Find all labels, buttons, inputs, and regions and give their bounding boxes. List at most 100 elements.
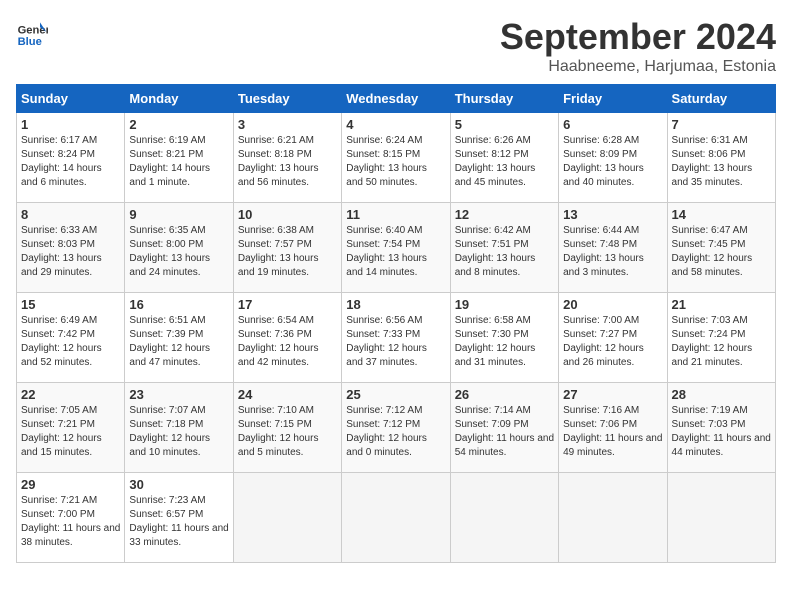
calendar-day-cell: 26 Sunrise: 7:14 AMSunset: 7:09 PMDayligh…: [450, 383, 558, 473]
day-number: 30: [129, 477, 228, 492]
day-info: Sunrise: 6:24 AMSunset: 8:15 PMDaylight:…: [346, 134, 445, 190]
logo-icon: General Blue: [16, 16, 48, 48]
calendar-day-cell: 6Sunrise: 6:28 AMSunset: 8:09 PMDaylight…: [559, 113, 667, 203]
calendar-day-cell: 8 Sunrise: 6:33 AMSunset: 8:03 PMDaylight…: [17, 203, 125, 293]
month-title: September 2024: [500, 16, 776, 58]
calendar-day-cell: 25 Sunrise: 7:12 AMSunset: 7:12 PMDayligh…: [342, 383, 450, 473]
day-info: Sunrise: 7:03 AMSunset: 7:24 PMDaylight:…: [672, 314, 771, 370]
col-saturday: Saturday: [667, 85, 775, 113]
day-number: 13: [563, 207, 662, 222]
day-info: Sunrise: 6:44 AMSunset: 7:48 PMDaylight:…: [563, 224, 662, 280]
day-info: Sunrise: 6:54 AMSunset: 7:36 PMDaylight:…: [238, 314, 337, 370]
day-number: 28: [672, 387, 771, 402]
svg-text:Blue: Blue: [18, 36, 42, 48]
calendar-day-cell: 20 Sunrise: 7:00 AMSunset: 7:27 PMDayligh…: [559, 293, 667, 383]
day-number: 17: [238, 297, 337, 312]
day-info: Sunrise: 6:38 AMSunset: 7:57 PMDaylight:…: [238, 224, 337, 280]
day-info: Sunrise: 7:00 AMSunset: 7:27 PMDaylight:…: [563, 314, 662, 370]
title-block: September 2024 Haabneeme, Harjumaa, Esto…: [500, 16, 776, 76]
day-number: 24: [238, 387, 337, 402]
day-number: 20: [563, 297, 662, 312]
day-info: Sunrise: 6:58 AMSunset: 7:30 PMDaylight:…: [455, 314, 554, 370]
calendar-week-row: 8 Sunrise: 6:33 AMSunset: 8:03 PMDaylight…: [17, 203, 776, 293]
col-sunday: Sunday: [17, 85, 125, 113]
day-info: Sunrise: 7:05 AMSunset: 7:21 PMDaylight:…: [21, 404, 120, 460]
day-info: Sunrise: 6:31 AMSunset: 8:06 PMDaylight:…: [672, 134, 771, 190]
day-number: 7: [672, 117, 771, 132]
day-number: 15: [21, 297, 120, 312]
calendar-day-cell: 5 Sunrise: 6:26 AMSunset: 8:12 PMDaylight…: [450, 113, 558, 203]
day-number: 6: [563, 117, 662, 132]
calendar-day-cell: 19 Sunrise: 6:58 AMSunset: 7:30 PMDayligh…: [450, 293, 558, 383]
day-number: 19: [455, 297, 554, 312]
svg-text:General: General: [18, 25, 48, 37]
day-info: Sunrise: 7:23 AMSunset: 6:57 PMDaylight:…: [129, 494, 228, 550]
calendar-day-cell: [667, 473, 775, 563]
calendar-day-cell: 10Sunrise: 6:38 AMSunset: 7:57 PMDayligh…: [233, 203, 341, 293]
day-number: 16: [129, 297, 228, 312]
calendar-day-cell: 3 Sunrise: 6:21 AMSunset: 8:18 PMDaylight…: [233, 113, 341, 203]
calendar-day-cell: 27Sunrise: 7:16 AMSunset: 7:06 PMDayligh…: [559, 383, 667, 473]
day-number: 12: [455, 207, 554, 222]
calendar-day-cell: 18 Sunrise: 6:56 AMSunset: 7:33 PMDayligh…: [342, 293, 450, 383]
calendar-day-cell: 16Sunrise: 6:51 AMSunset: 7:39 PMDayligh…: [125, 293, 233, 383]
day-number: 22: [21, 387, 120, 402]
day-number: 26: [455, 387, 554, 402]
day-number: 3: [238, 117, 337, 132]
header-row: Sunday Monday Tuesday Wednesday Thursday…: [17, 85, 776, 113]
calendar-week-row: 22 Sunrise: 7:05 AMSunset: 7:21 PMDayligh…: [17, 383, 776, 473]
col-tuesday: Tuesday: [233, 85, 341, 113]
day-info: Sunrise: 6:26 AMSunset: 8:12 PMDaylight:…: [455, 134, 554, 190]
day-number: 5: [455, 117, 554, 132]
day-number: 8: [21, 207, 120, 222]
col-thursday: Thursday: [450, 85, 558, 113]
calendar-day-cell: 11Sunrise: 6:40 AMSunset: 7:54 PMDayligh…: [342, 203, 450, 293]
page-header: General Blue September 2024 Haabneeme, H…: [16, 16, 776, 76]
day-number: 9: [129, 207, 228, 222]
day-info: Sunrise: 6:17 AMSunset: 8:24 PMDaylight:…: [21, 134, 120, 190]
location-subtitle: Haabneeme, Harjumaa, Estonia: [500, 58, 776, 76]
calendar-day-cell: 2 Sunrise: 6:19 AMSunset: 8:21 PMDaylight…: [125, 113, 233, 203]
day-info: Sunrise: 6:40 AMSunset: 7:54 PMDaylight:…: [346, 224, 445, 280]
day-number: 23: [129, 387, 228, 402]
day-info: Sunrise: 7:19 AMSunset: 7:03 PMDaylight:…: [672, 404, 771, 460]
calendar-table: Sunday Monday Tuesday Wednesday Thursday…: [16, 84, 776, 563]
day-number: 27: [563, 387, 662, 402]
day-info: Sunrise: 6:19 AMSunset: 8:21 PMDaylight:…: [129, 134, 228, 190]
day-info: Sunrise: 7:14 AMSunset: 7:09 PMDaylight:…: [455, 404, 554, 460]
calendar-day-cell: 4 Sunrise: 6:24 AMSunset: 8:15 PMDaylight…: [342, 113, 450, 203]
day-info: Sunrise: 7:21 AMSunset: 7:00 PMDaylight:…: [21, 494, 120, 550]
day-info: Sunrise: 6:42 AMSunset: 7:51 PMDaylight:…: [455, 224, 554, 280]
day-info: Sunrise: 6:47 AMSunset: 7:45 PMDaylight:…: [672, 224, 771, 280]
day-number: 14: [672, 207, 771, 222]
day-number: 4: [346, 117, 445, 132]
day-number: 18: [346, 297, 445, 312]
day-info: Sunrise: 6:35 AMSunset: 8:00 PMDaylight:…: [129, 224, 228, 280]
calendar-day-cell: 24 Sunrise: 7:10 AMSunset: 7:15 PMDayligh…: [233, 383, 341, 473]
calendar-day-cell: 14 Sunrise: 6:47 AMSunset: 7:45 PMDayligh…: [667, 203, 775, 293]
day-number: 1: [21, 117, 120, 132]
calendar-day-cell: 23Sunrise: 7:07 AMSunset: 7:18 PMDayligh…: [125, 383, 233, 473]
day-number: 25: [346, 387, 445, 402]
calendar-day-cell: 29Sunrise: 7:21 AMSunset: 7:00 PMDayligh…: [17, 473, 125, 563]
calendar-day-cell: 15Sunrise: 6:49 AMSunset: 7:42 PMDayligh…: [17, 293, 125, 383]
calendar-day-cell: 1 Sunrise: 6:17 AMSunset: 8:24 PMDaylight…: [17, 113, 125, 203]
calendar-day-cell: 9 Sunrise: 6:35 AMSunset: 8:00 PMDaylight…: [125, 203, 233, 293]
day-info: Sunrise: 6:56 AMSunset: 7:33 PMDaylight:…: [346, 314, 445, 370]
calendar-day-cell: 21Sunrise: 7:03 AMSunset: 7:24 PMDayligh…: [667, 293, 775, 383]
calendar-day-cell: 17 Sunrise: 6:54 AMSunset: 7:36 PMDayligh…: [233, 293, 341, 383]
logo: General Blue: [16, 16, 48, 48]
calendar-week-row: 15Sunrise: 6:49 AMSunset: 7:42 PMDayligh…: [17, 293, 776, 383]
col-friday: Friday: [559, 85, 667, 113]
day-info: Sunrise: 6:33 AMSunset: 8:03 PMDaylight:…: [21, 224, 120, 280]
col-monday: Monday: [125, 85, 233, 113]
calendar-day-cell: 12 Sunrise: 6:42 AMSunset: 7:51 PMDayligh…: [450, 203, 558, 293]
day-info: Sunrise: 6:21 AMSunset: 8:18 PMDaylight:…: [238, 134, 337, 190]
calendar-day-cell: 28 Sunrise: 7:19 AMSunset: 7:03 PMDayligh…: [667, 383, 775, 473]
calendar-week-row: 1 Sunrise: 6:17 AMSunset: 8:24 PMDaylight…: [17, 113, 776, 203]
calendar-day-cell: [342, 473, 450, 563]
day-info: Sunrise: 7:10 AMSunset: 7:15 PMDaylight:…: [238, 404, 337, 460]
calendar-day-cell: [559, 473, 667, 563]
day-number: 2: [129, 117, 228, 132]
day-info: Sunrise: 7:12 AMSunset: 7:12 PMDaylight:…: [346, 404, 445, 460]
